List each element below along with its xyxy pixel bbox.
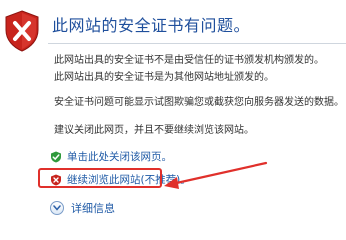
more-information-toggle[interactable]: 详细信息 (50, 200, 115, 216)
recommendation-text: 建议关闭此网页，并且不要继续浏览该网站。 (54, 125, 254, 136)
chevron-down-circle-icon (50, 201, 64, 215)
shield-x-icon (5, 10, 39, 52)
cert-issues-text: 此网站出具的安全证书不是由受信任的证书颁发机构颁发的。 此网站出具的安全证书是为… (54, 52, 324, 86)
close-page-link[interactable]: 单击此处关闭该网页。 (50, 149, 172, 164)
annotation-highlight-box (38, 168, 162, 188)
warning-text: 安全证书问题可能显示试图欺骗您或截获您向服务器发送的数据。 (54, 97, 344, 108)
dialog-title: 此网站的安全证书有问题。 (52, 16, 251, 35)
title-divider (48, 43, 346, 44)
annotation-arrow-icon (164, 161, 268, 189)
more-info-label[interactable]: 详细信息 (71, 200, 115, 216)
close-page-label[interactable]: 单击此处关闭该网页。 (67, 149, 172, 164)
chevron-down-icon (53, 205, 61, 211)
green-shield-check-icon (51, 151, 61, 162)
cert-issue-untrusted: 此网站出具的安全证书不是由受信任的证书颁发机构颁发的。 (54, 55, 324, 66)
cert-issue-mismatch: 此网站出具的安全证书是为其他网站地址颁发的。 (54, 72, 274, 83)
